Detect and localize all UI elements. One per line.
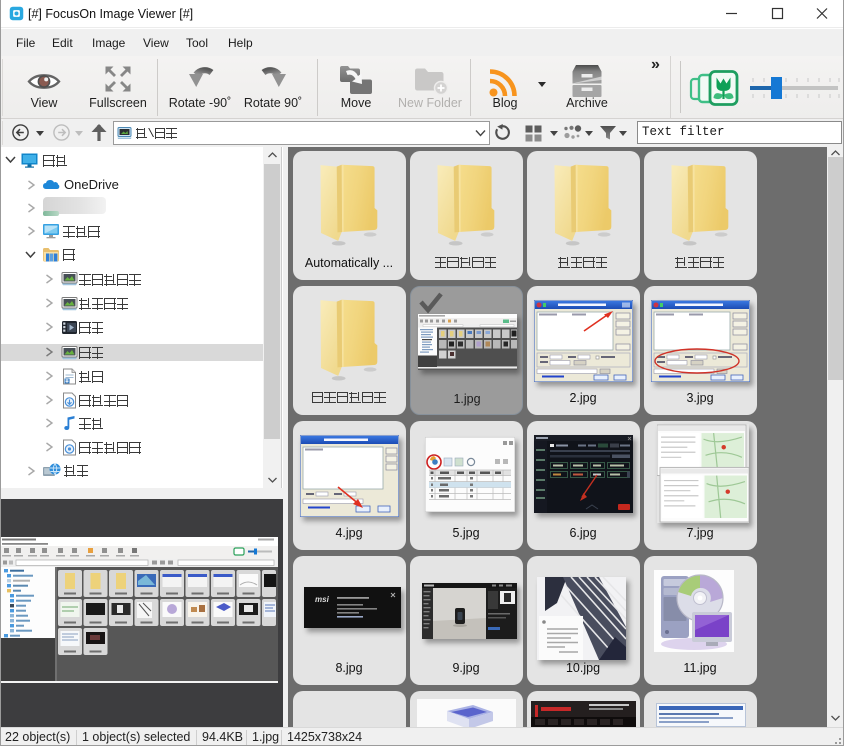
svg-text:msi: msi <box>315 595 330 604</box>
